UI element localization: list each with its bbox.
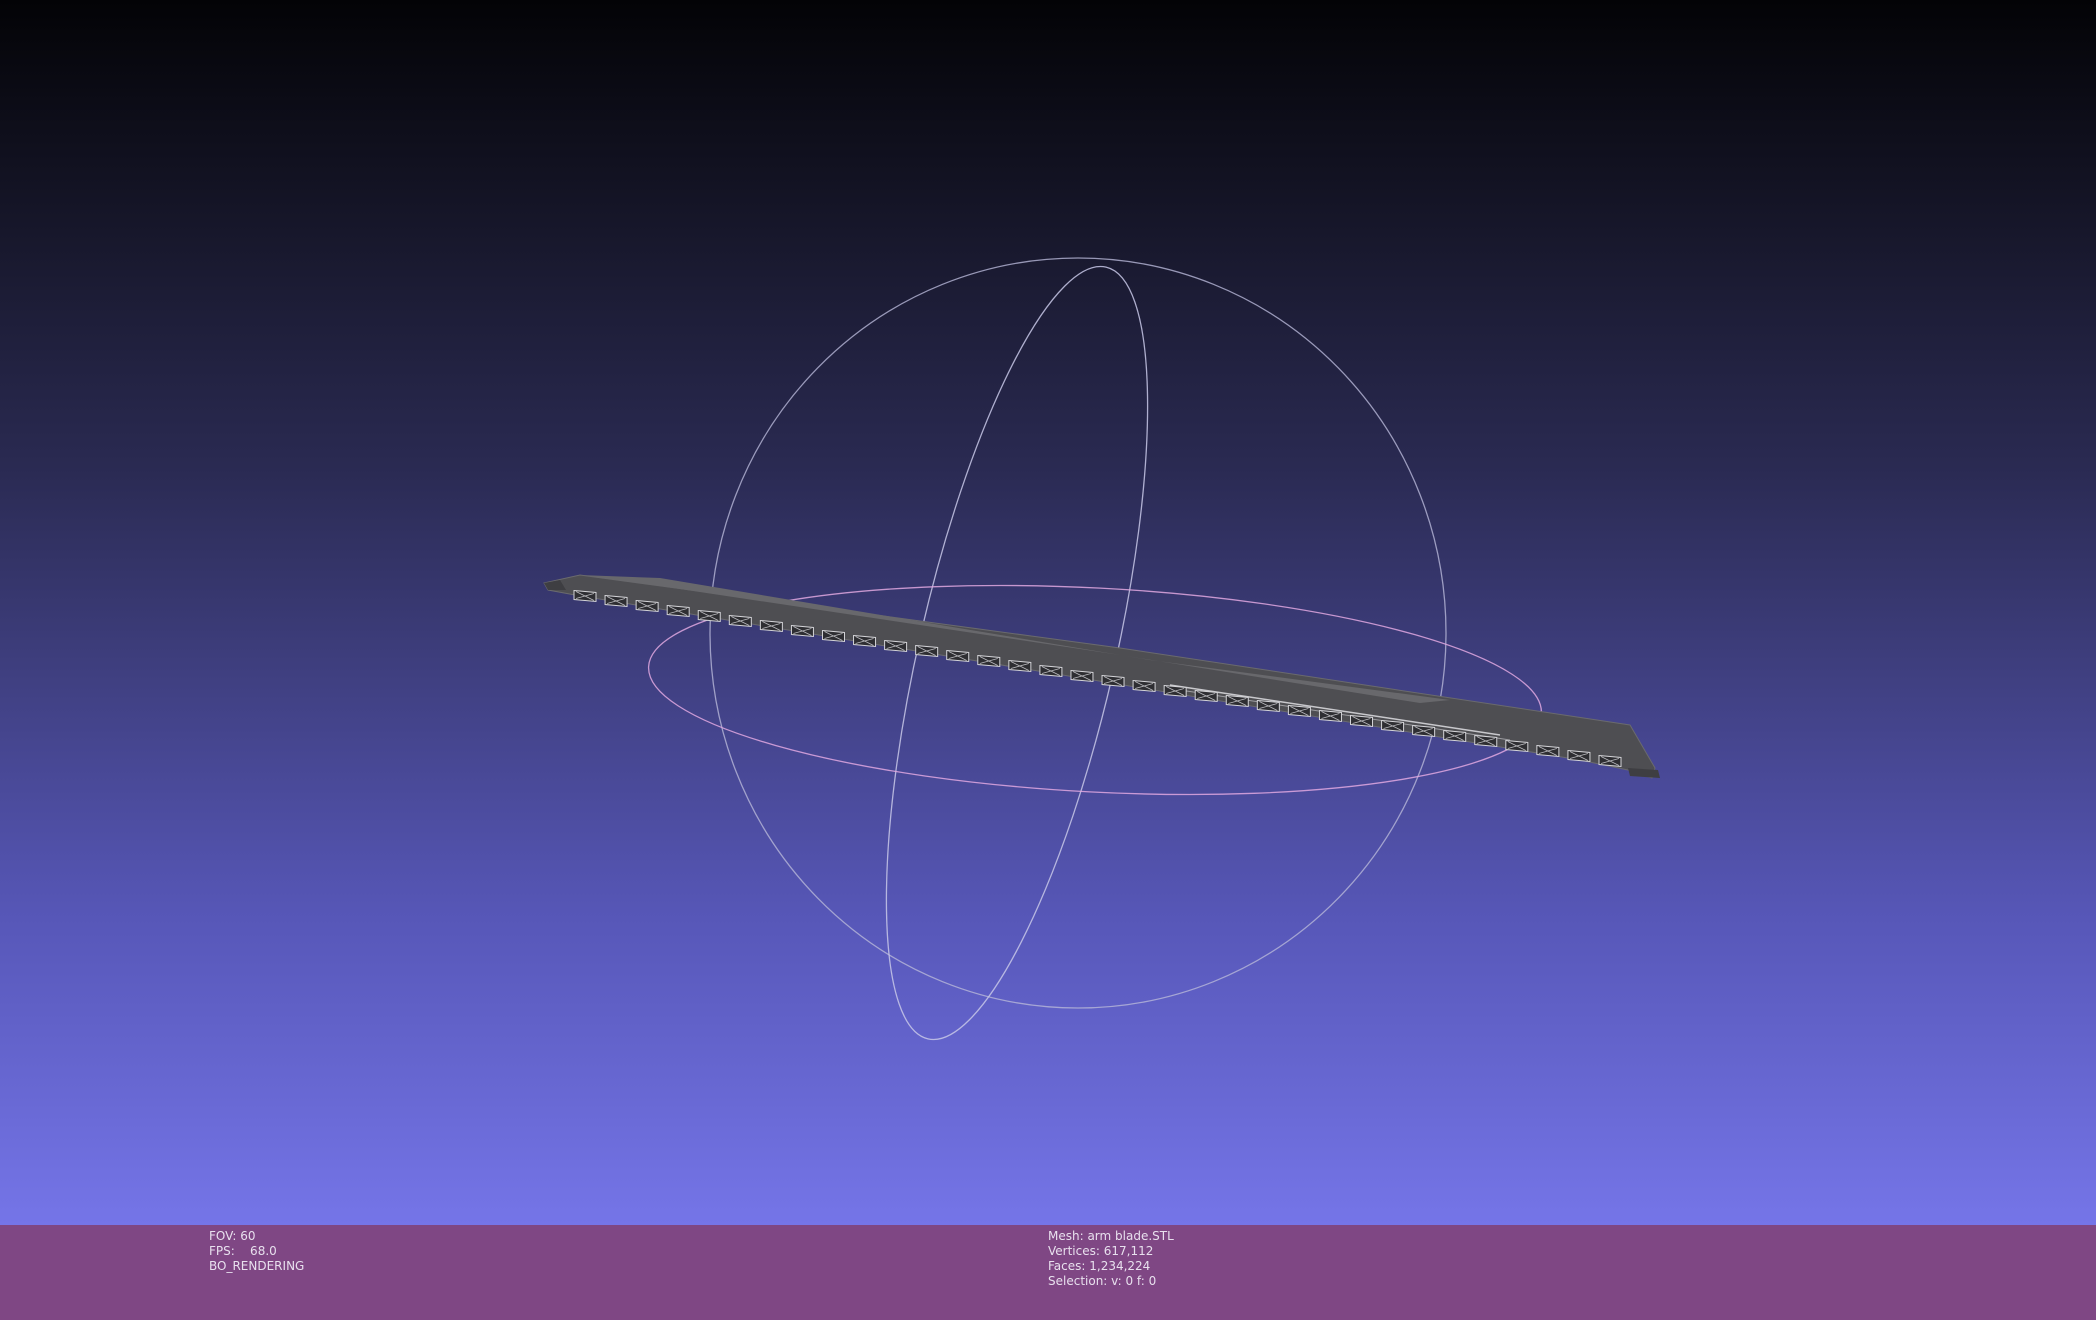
info-bar: FOV: 60 FPS: 68.0 BO_RENDERING Mesh: arm…	[0, 1225, 2096, 1320]
mesh-info: Mesh: arm blade.STL Vertices: 617,112 Fa…	[1048, 1229, 1174, 1289]
faces-readout: Faces: 1,234,224	[1048, 1259, 1151, 1273]
selection-readout: Selection: v: 0 f: 0	[1048, 1274, 1157, 1288]
blade-tip	[1628, 768, 1660, 778]
fps-readout: FPS: 68.0	[209, 1244, 277, 1258]
fov-readout: FOV: 60	[209, 1229, 256, 1243]
vertices-readout: Vertices: 617,112	[1048, 1244, 1154, 1258]
blade-body	[543, 574, 1656, 779]
scene-canvas[interactable]	[0, 0, 2096, 1225]
mesh-name-readout: Mesh: arm blade.STL	[1048, 1229, 1174, 1243]
3d-viewport[interactable]	[0, 0, 2096, 1225]
render-mode-readout: BO_RENDERING	[209, 1259, 305, 1273]
mesh-blade[interactable]	[543, 574, 1660, 779]
render-info: FOV: 60 FPS: 68.0 BO_RENDERING	[209, 1229, 304, 1274]
